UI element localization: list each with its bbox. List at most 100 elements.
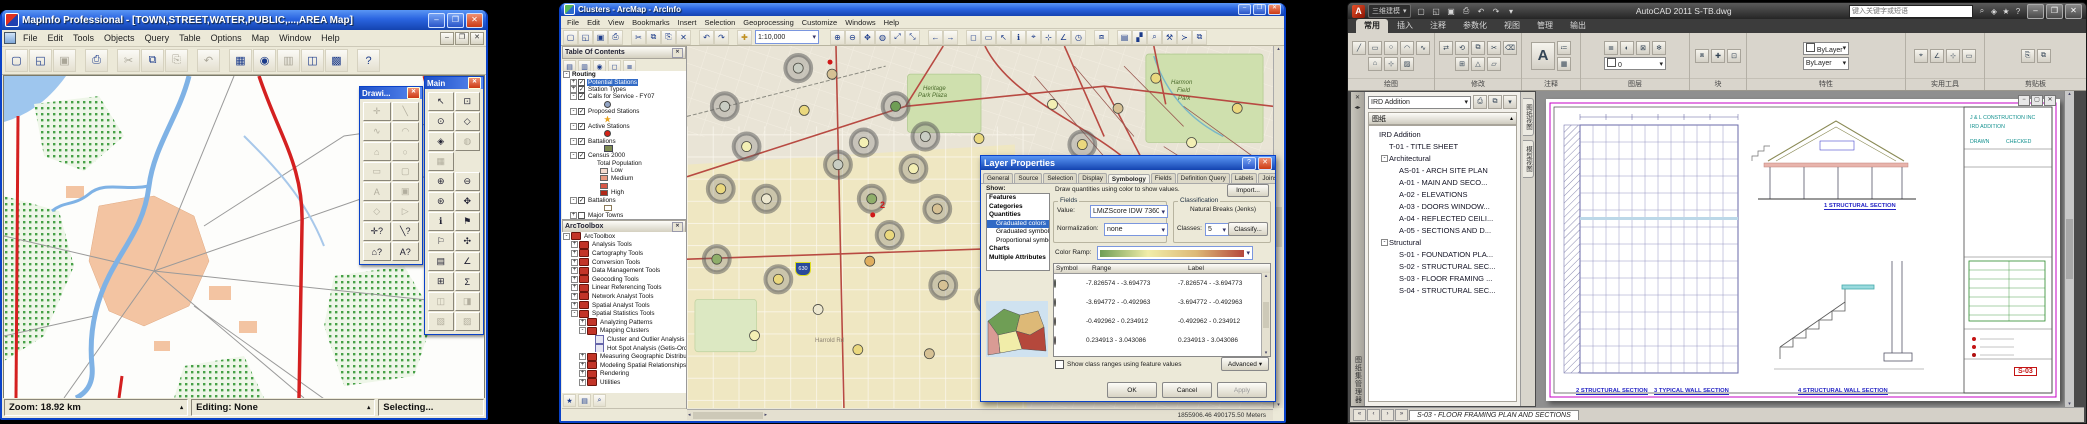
graph-select-tool[interactable]: ▦ (428, 152, 454, 171)
palette-title-strip[interactable]: ✕ ◂▸ 图纸集管理器 (1351, 92, 1365, 406)
polyline-tool-icon[interactable]: ∿ (1416, 41, 1430, 55)
menu-item[interactable]: Objects (99, 32, 140, 44)
workspace-combobox[interactable]: 三维建模 ▾ (1368, 4, 1411, 18)
ssm-publish-button[interactable]: ⎙ (1473, 95, 1487, 109)
symbol-column-header[interactable]: Symbol (1054, 264, 1090, 273)
close-button[interactable]: ✕ (466, 13, 483, 28)
measure-tool[interactable]: ∠ (1056, 30, 1071, 45)
erase-tool-icon[interactable]: ⌫ (1503, 41, 1517, 55)
add-data-button[interactable]: ✚ (737, 30, 752, 45)
ribbon-tab[interactable]: 参数化 (1455, 19, 1495, 33)
autocad-titlebar[interactable]: A 三维建模 ▾ ▢◱▣⎙↶↷▾ AutoCAD 2011 S-TB.dwg ⌕… (1348, 3, 2086, 19)
toc-layer-item[interactable]: Census 2000 (562, 152, 686, 159)
go-back-extent-button[interactable]: ← (928, 30, 943, 45)
qat-menu-button[interactable]: ▾ (1504, 4, 1519, 18)
change-view-tool[interactable]: ⊛ (428, 192, 454, 211)
main-toolbar-titlebar[interactable]: Main ✕ (425, 77, 483, 89)
ribbon-tab[interactable]: 视图 (1496, 19, 1528, 33)
layer-name[interactable]: Potential Stations (587, 79, 638, 86)
sheet-tree-item[interactable]: IRD Addition (1369, 128, 1516, 140)
show-class-ranges-checkbox-row[interactable]: Show class ranges using feature values (1055, 360, 1182, 369)
panel-label[interactable]: 修改 (1435, 78, 1521, 90)
menu-item[interactable]: Map (247, 32, 275, 44)
dialog-tab[interactable]: Joins & Relates (1258, 173, 1275, 183)
marquee-select-tool[interactable]: ⊡ (455, 92, 481, 111)
show-list-item[interactable]: Features (987, 194, 1049, 203)
line-tool[interactable]: ╲ (392, 102, 420, 121)
new-redistricter-button[interactable]: ▩ (325, 49, 348, 72)
table-scrollbar[interactable]: ▴ ▾ (1261, 273, 1270, 356)
cut-button[interactable]: ✂ (631, 30, 646, 45)
sheet-name[interactable]: S-02 - STRUCTURAL SEC... (1399, 262, 1495, 271)
catalog-button[interactable]: ▞ (1132, 30, 1147, 45)
next-layout-button[interactable]: › (1381, 409, 1394, 421)
go-to-xy-button[interactable]: ⊹ (1041, 30, 1056, 45)
sheet-name[interactable]: T-01 - TITLE SHEET (1389, 142, 1458, 151)
panel-label[interactable]: 实用工具 (1906, 78, 1984, 90)
layer-name[interactable]: Battalions (587, 138, 617, 145)
dialog-tab[interactable]: Selection (1043, 173, 1077, 183)
tree-expand-icon[interactable] (570, 212, 577, 219)
close-icon[interactable]: ✕ (672, 48, 683, 58)
cut-button[interactable]: ✂ (117, 49, 140, 72)
layer-visibility-checkbox[interactable] (578, 79, 585, 86)
linetype-combobox[interactable]: ByLayer ▾ (1803, 57, 1849, 70)
class-range-row[interactable]: -7.826574 - -3.694773 -7.826574 - -3.694… (1054, 274, 1270, 293)
menu-item[interactable]: Query (140, 32, 175, 44)
boundary-select-tool[interactable]: ◈ (428, 132, 454, 151)
toolbox-item-name[interactable]: Geocoding Tools (591, 276, 640, 283)
toolbox-item[interactable]: Mapping Clusters (562, 327, 686, 336)
redo-button[interactable]: ↷ (714, 30, 729, 45)
sheet-tree-item[interactable]: S-03 - FLOOR FRAMING ... (1369, 272, 1516, 284)
sheet-tree-item[interactable]: S-04 - STRUCTURAL SEC... (1369, 284, 1516, 296)
point-tool-icon[interactable]: ⊹ (1384, 57, 1398, 71)
arc-tool-icon[interactable]: ◠ (1400, 41, 1414, 55)
sheet-name[interactable]: AS-01 - ARCH SITE PLAN (1399, 166, 1488, 175)
toolbox-item-name[interactable]: Network Analyst Tools (591, 293, 654, 300)
open-button[interactable]: ◱ (1429, 4, 1444, 18)
sheet-name[interactable]: S-03 - FLOOR FRAMING ... (1399, 274, 1492, 283)
value-field-combobox[interactable]: LMiZScore IDW 736011 ▾ (1090, 205, 1168, 218)
toolbox-item-name[interactable]: Spatial Statistics Tools (591, 310, 656, 317)
info-tool[interactable]: ℹ (428, 212, 454, 231)
editing-status[interactable]: Editing: None ▴ (191, 399, 375, 416)
sheet-name[interactable]: S-04 - STRUCTURAL SEC... (1399, 286, 1495, 295)
layer-name[interactable]: Station Types (587, 86, 627, 93)
maximize-button[interactable]: ❐ (2046, 4, 2063, 19)
layer-name[interactable]: Battalions (587, 197, 617, 204)
toolbox-item-name[interactable]: Rendering (599, 370, 630, 377)
toolbox-item-name[interactable]: Cluster and Outlier Analysis (Anselin... (606, 336, 686, 343)
sheet-name[interactable]: A-05 - SECTIONS AND D... (1399, 226, 1491, 235)
toc-layer-item[interactable]: Battalions (562, 197, 686, 204)
tree-expand-icon[interactable] (579, 370, 586, 377)
menu-item[interactable]: Insert (674, 18, 701, 27)
frame-tool[interactable]: ▣ (392, 182, 420, 201)
hatch-tool-icon[interactable]: ▨ (1400, 57, 1414, 71)
layer-visibility-checkbox[interactable] (578, 86, 585, 93)
toc-layer-item[interactable]: Battalions (562, 138, 686, 145)
toolbox-item[interactable]: Measuring Geographic Distributions (562, 352, 686, 361)
toolbox-item[interactable]: ArcToolbox (562, 232, 686, 241)
scroll-right-icon[interactable]: ▸ (765, 412, 768, 418)
toc-layer-item[interactable]: Calls for Service - FY07 (562, 93, 686, 100)
sheet-tree-item[interactable]: A-01 - MAIN AND SECO... (1369, 176, 1516, 188)
cancel-button[interactable]: Cancel (1162, 382, 1212, 398)
layer-combobox[interactable]: 0 ▾ (1604, 57, 1666, 70)
close-icon[interactable]: ✕ (1355, 94, 1360, 101)
search-button[interactable]: ⌕ (1147, 30, 1162, 45)
auto-hide-icon[interactable]: ◂▸ (1354, 104, 1360, 111)
layer-name[interactable]: Proposed Stations (587, 108, 640, 115)
toolbox-item-name[interactable]: Modeling Spatial Relationships (599, 362, 686, 369)
autocad-drawing-canvas[interactable]: 1 STRUCTURAL SECTION2 STRUCTURAL SECTION… (1536, 91, 2074, 407)
measure-tool-icon[interactable]: ⌖ (1914, 49, 1928, 63)
dialog-tab[interactable]: Display (1078, 173, 1107, 183)
toolbox-item[interactable]: Modeling Spatial Relationships (562, 361, 686, 370)
toolbox-item-name[interactable]: Mapping Clusters (599, 327, 650, 334)
qnew-button[interactable]: ▢ (1414, 4, 1429, 18)
toolbox-item-name[interactable]: Utilities (599, 379, 621, 386)
show-list-item[interactable]: Quantities (987, 211, 1049, 220)
show-legend-button[interactable]: ⊞ (428, 272, 454, 291)
sheet-tree-item[interactable]: A-02 - ELEVATIONS (1369, 188, 1516, 200)
id-point-icon[interactable]: ⊹ (1946, 49, 1960, 63)
panel-label[interactable]: 剪贴板 (1985, 78, 2086, 90)
